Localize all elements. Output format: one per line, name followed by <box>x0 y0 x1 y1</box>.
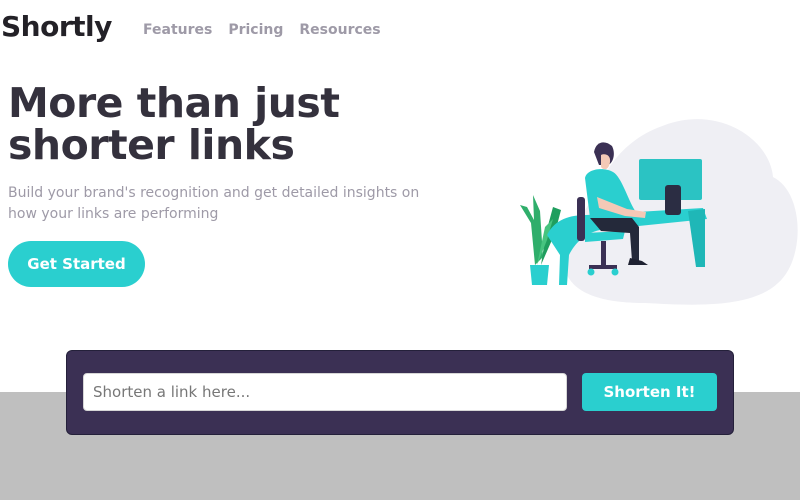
shorten-it-button[interactable]: Shorten It! <box>582 373 717 411</box>
person-working-at-desk-illustration <box>520 119 798 305</box>
shorten-link-panel: Shorten It! <box>67 351 733 434</box>
nav-item-features[interactable]: Features <box>143 22 212 38</box>
get-started-button[interactable]: Get Started <box>8 241 145 287</box>
nav-item-resources[interactable]: Resources <box>299 22 380 38</box>
get-started-label: Get Started <box>27 255 126 273</box>
hero-subtitle: Build your brand's recognition and get d… <box>8 185 420 222</box>
nav-item-pricing[interactable]: Pricing <box>228 22 283 38</box>
hero-headline-line-2: shorter links <box>8 121 295 169</box>
main-nav: Features Pricing Resources <box>143 22 397 38</box>
brand-logo[interactable]: Shortly <box>1 10 112 43</box>
hero-headline-line-1: More than just <box>8 79 340 127</box>
shorten-it-label: Shorten It! <box>603 383 696 401</box>
link-input[interactable] <box>83 373 567 411</box>
hero-headline: More than just shorter links <box>8 82 468 166</box>
